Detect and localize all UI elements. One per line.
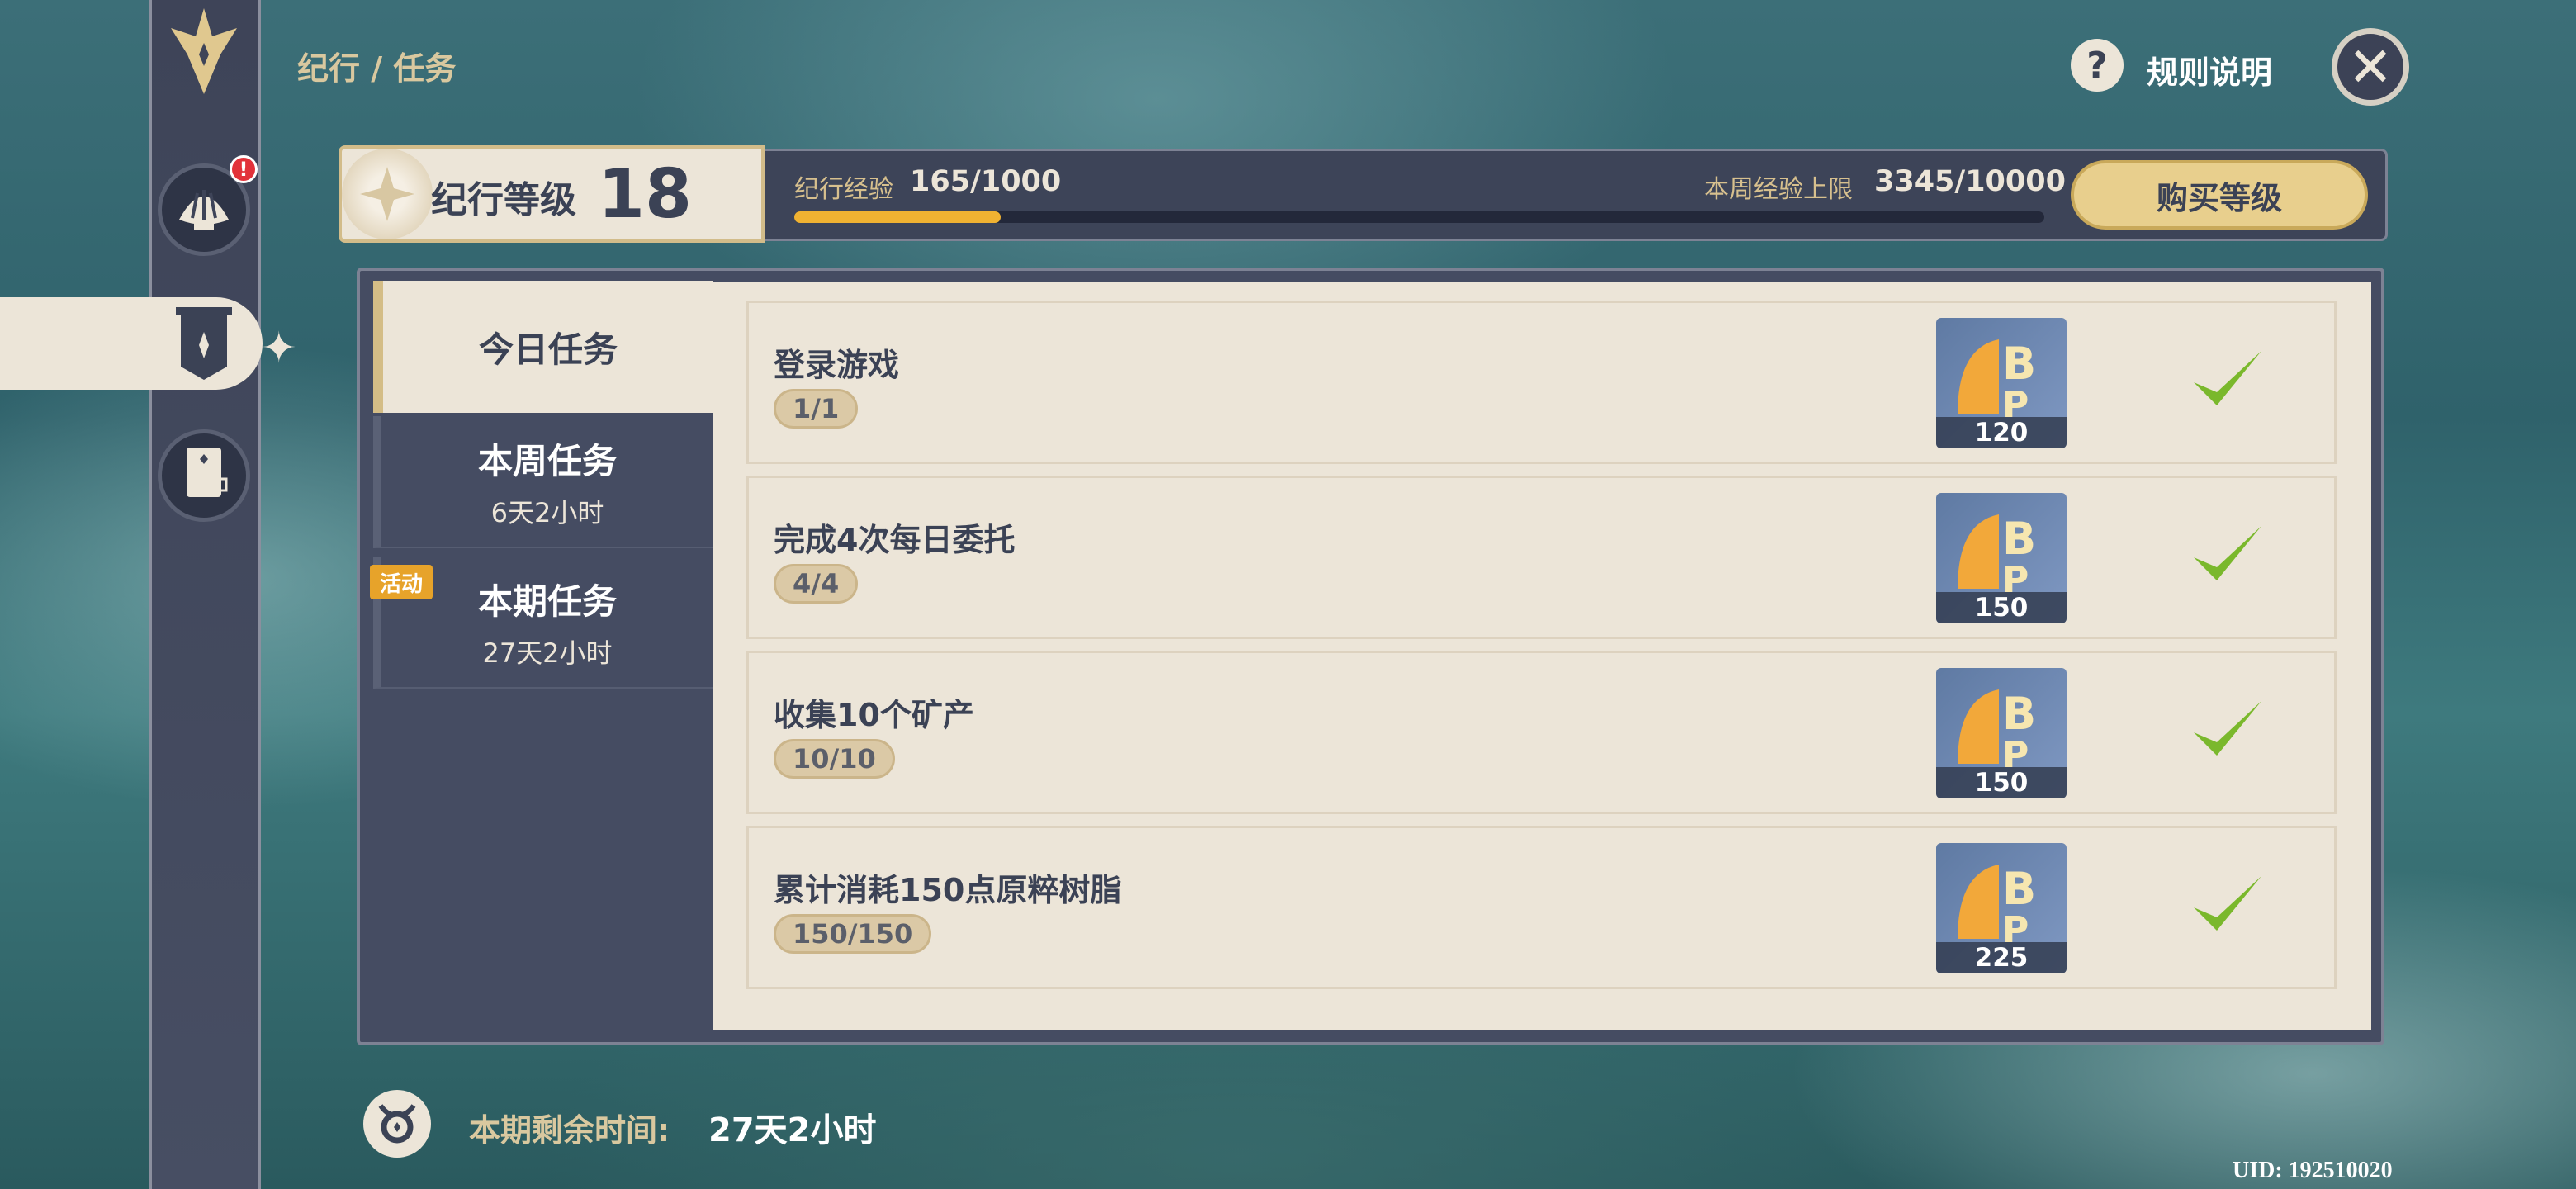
task-progress: 10/10 — [774, 739, 895, 779]
season-timer-icon — [363, 1090, 431, 1158]
task-row: 登录游戏 1/1 B P 120 — [746, 301, 2337, 464]
task-progress: 4/4 — [774, 564, 859, 604]
task-name: 完成4次每日委托 — [774, 522, 1016, 558]
close-button[interactable]: ✕ — [2332, 28, 2409, 106]
svg-text:B: B — [2002, 863, 2036, 915]
task-name: 累计消耗150点原粹树脂 — [774, 872, 1122, 908]
exp-value: 165/1000 — [910, 165, 1062, 198]
exp-progress-bar — [794, 211, 2044, 223]
task-progress: 150/150 — [774, 914, 932, 954]
notification-badge: ! — [230, 155, 258, 183]
task-name: 收集10个矿产 — [774, 697, 974, 733]
season-remaining-label: 本期剩余时间: — [469, 1112, 670, 1149]
question-mark-icon[interactable]: ? — [2071, 39, 2124, 92]
tab-today[interactable]: 今日任务 — [373, 281, 713, 413]
rules-button[interactable]: 规则说明 — [2147, 47, 2272, 92]
svg-text:B: B — [2002, 338, 2036, 390]
reward-count: 150 — [1936, 767, 2067, 798]
tab-time-left: 6天2小时 — [490, 496, 604, 528]
tab-week[interactable]: 本周任务 6天2小时 — [373, 416, 713, 548]
task-progress: 1/1 — [774, 389, 859, 429]
tab-title: 今日任务 — [478, 329, 618, 370]
tab-title: 本期任务 — [477, 580, 617, 622]
shell-icon — [179, 190, 229, 230]
svg-text:B: B — [2002, 688, 2036, 740]
checkmark-icon — [2194, 351, 2261, 405]
exp-book-icon: B P — [1958, 338, 2036, 422]
task-name: 登录游戏 — [774, 347, 900, 383]
exp-book-icon: B P — [1958, 688, 2036, 772]
reward-count: 120 — [1936, 417, 2067, 448]
reward-item[interactable]: B P 150 — [1936, 493, 2067, 623]
exp-book-icon: B P — [1958, 513, 2036, 597]
tab-time-left: 27天2小时 — [482, 637, 613, 669]
level-value: 18 — [598, 155, 693, 234]
task-row: 收集10个矿产 10/10 B P 150 — [746, 651, 2337, 814]
banner-icon — [158, 297, 250, 390]
season-remaining-value: 27天2小时 — [708, 1111, 877, 1149]
task-row: 完成4次每日委托 4/4 B P 150 — [746, 476, 2337, 639]
tab-title: 本周任务 — [477, 440, 617, 481]
buy-level-button[interactable]: 购买等级 — [2071, 160, 2368, 230]
reward-count: 150 — [1936, 592, 2067, 623]
breadcrumb: 纪行 / 任务 — [297, 50, 457, 87]
close-icon: ✕ — [2347, 35, 2394, 99]
reward-count: 225 — [1936, 942, 2067, 973]
level-emblem-icon — [342, 149, 433, 239]
sidebar-item-notes[interactable] — [158, 429, 250, 522]
exp-progress-fill — [794, 211, 1001, 223]
svg-text:B: B — [2002, 513, 2036, 565]
level-label: 纪行等级 — [431, 179, 576, 221]
uid-label: UID: 192510020 — [2233, 1158, 2393, 1183]
task-row: 累计消耗150点原粹树脂 150/150 B P 225 — [746, 826, 2337, 989]
exp-book-icon: B P — [1958, 863, 2036, 947]
emblem-icon — [158, 7, 250, 99]
reward-item[interactable]: B P 150 — [1936, 668, 2067, 798]
weekly-cap-label: 本周经验上限 — [1704, 175, 1853, 204]
reward-item[interactable]: B P 225 — [1936, 843, 2067, 973]
exp-label: 纪行经验 — [794, 175, 893, 204]
checkmark-icon — [2194, 876, 2261, 931]
weekly-cap-value: 3345/10000 — [1874, 165, 2066, 198]
checkmark-icon — [2194, 701, 2261, 756]
sparkle-icon: ✦ — [261, 324, 297, 373]
event-badge: 活动 — [370, 565, 433, 599]
checkmark-icon — [2194, 526, 2261, 580]
document-icon — [187, 448, 228, 497]
reward-item[interactable]: B P 120 — [1936, 318, 2067, 448]
